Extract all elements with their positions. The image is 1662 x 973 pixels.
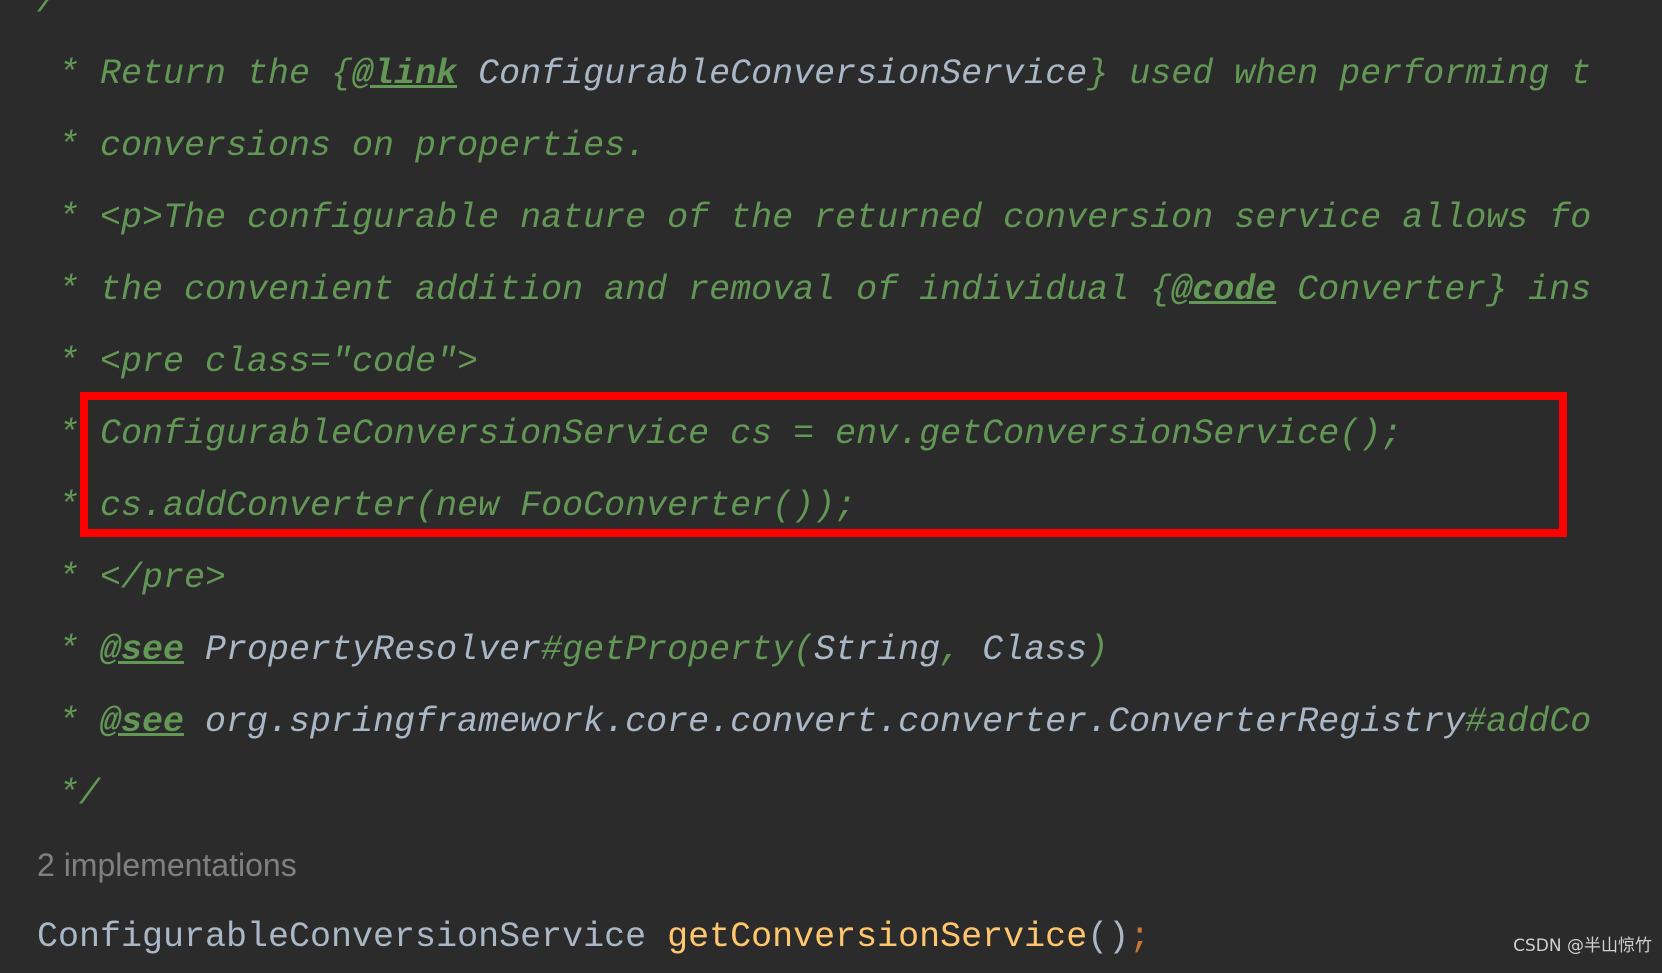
comment-text: * bbox=[37, 702, 101, 742]
method-name[interactable]: getConversionService bbox=[667, 917, 1087, 957]
javadoc-tag[interactable]: @see bbox=[100, 702, 184, 742]
javadoc-comment: /** * Return the {@link ConfigurableConv… bbox=[37, 0, 1662, 830]
semicolon: ; bbox=[1129, 917, 1151, 957]
comment-text: * ConfigurableConversionService cs = env… bbox=[37, 414, 1403, 454]
comment-text: * Return the { bbox=[37, 54, 353, 94]
javadoc-tag[interactable]: @see bbox=[100, 630, 184, 670]
implementations-inlay-hint[interactable]: 2 implementations bbox=[37, 847, 297, 884]
code-line: * <p>The configurable nature of the retu… bbox=[37, 182, 1662, 254]
comment-text: * <p>The configurable nature of the retu… bbox=[37, 198, 1592, 238]
code-line: * cs.addConverter(new FooConverter()); bbox=[37, 470, 1662, 542]
comment-text: * the convenient addition and removal of… bbox=[37, 270, 1172, 310]
comment-text: Converter bbox=[1276, 270, 1487, 310]
comment-text: , bbox=[940, 630, 983, 670]
comment-text: * cs.addConverter(new FooConverter()); bbox=[37, 486, 857, 526]
code-line: * @see PropertyResolver#getProperty(Stri… bbox=[37, 614, 1662, 686]
code-line: * Return the {@link ConfigurableConversi… bbox=[37, 38, 1662, 110]
comment-text: */ bbox=[37, 774, 101, 814]
comment-text: } ins bbox=[1486, 270, 1592, 310]
parens: () bbox=[1087, 917, 1130, 957]
code-line: */ bbox=[37, 758, 1662, 830]
comment-text: * conversions on properties. bbox=[37, 126, 647, 166]
code-reference[interactable]: Class bbox=[982, 630, 1087, 670]
comment-text: /** bbox=[37, 0, 101, 22]
comment-text: } used when performing t bbox=[1087, 54, 1592, 94]
code-reference[interactable]: PropertyResolver bbox=[184, 630, 541, 670]
code-line: * <pre class="code"> bbox=[37, 326, 1662, 398]
comment-text: ) bbox=[1087, 630, 1109, 670]
watermark: CSDN @半山惊竹 bbox=[1513, 936, 1652, 956]
code-line: * @see org.springframework.core.convert.… bbox=[37, 686, 1662, 758]
code-line: /** bbox=[37, 0, 1662, 38]
comment-text: * </pre> bbox=[37, 558, 227, 598]
return-type[interactable]: ConfigurableConversionService bbox=[37, 917, 646, 957]
comment-text: * <pre class="code"> bbox=[37, 342, 479, 382]
javadoc-tag[interactable]: @link bbox=[352, 54, 457, 94]
comment-text: * bbox=[37, 630, 101, 670]
comment-text: #addCo bbox=[1465, 702, 1592, 742]
comment-text: #getProperty( bbox=[541, 630, 815, 670]
code-reference[interactable]: String bbox=[814, 630, 940, 670]
code-line: * </pre> bbox=[37, 542, 1662, 614]
code-line: * the convenient addition and removal of… bbox=[37, 254, 1662, 326]
code-line: * conversions on properties. bbox=[37, 110, 1662, 182]
code-reference[interactable]: org.springframework.core.convert.convert… bbox=[184, 702, 1465, 742]
method-declaration: ConfigurableConversionService getConvers… bbox=[37, 901, 1150, 973]
code-line: * ConfigurableConversionService cs = env… bbox=[37, 398, 1662, 470]
javadoc-tag[interactable]: @code bbox=[1171, 270, 1276, 310]
code-reference[interactable]: ConfigurableConversionService bbox=[457, 54, 1087, 94]
